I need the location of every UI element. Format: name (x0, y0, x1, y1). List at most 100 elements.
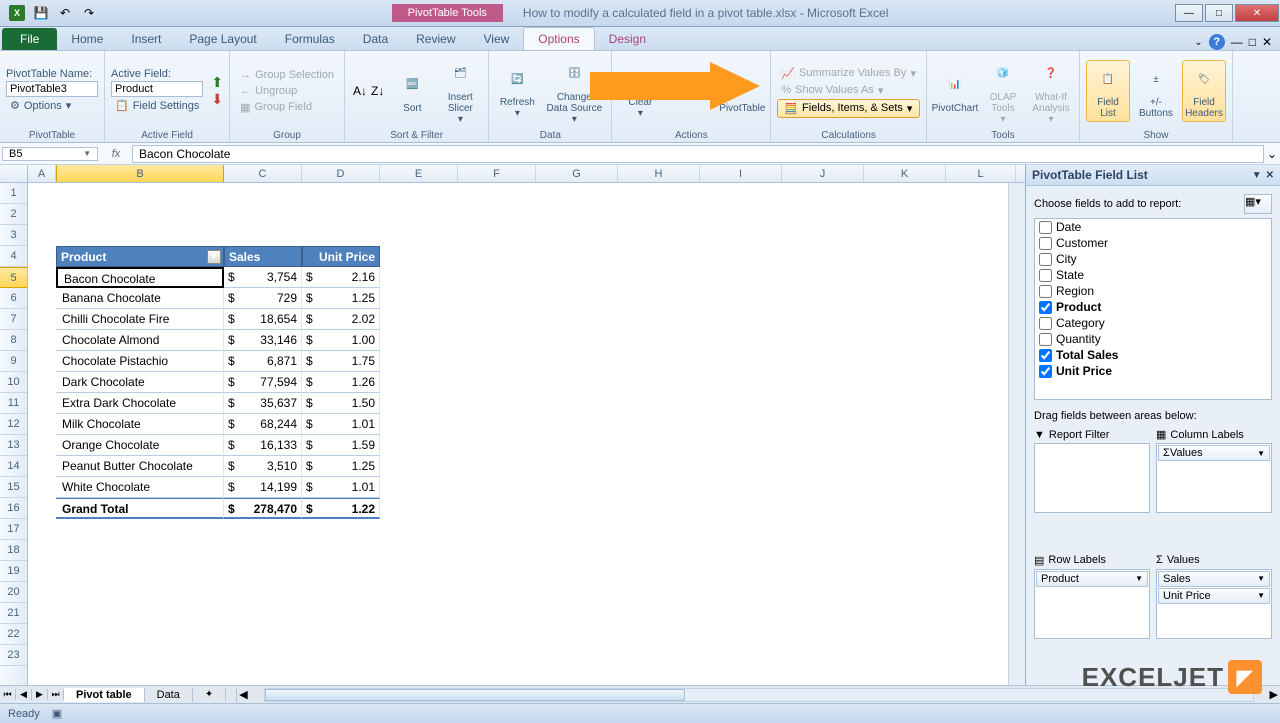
cell[interactable]: Chocolate Pistachio (56, 351, 224, 372)
value-item-unit-price[interactable]: Unit Price▼ (1158, 588, 1270, 604)
cell[interactable]: $6,871 (224, 351, 302, 372)
prev-sheet-icon[interactable]: ◀ (16, 689, 32, 700)
buttons-toggle[interactable]: ±+/- Buttons (1134, 61, 1178, 121)
undo-icon[interactable]: ↶ (54, 2, 76, 24)
cell[interactable]: Extra Dark Chocolate (56, 393, 224, 414)
row-header-18[interactable]: 18 (0, 540, 27, 561)
row-header-20[interactable]: 20 (0, 582, 27, 603)
cell[interactable]: Orange Chocolate (56, 435, 224, 456)
cell[interactable]: $1.01 (302, 477, 380, 498)
value-item-sales[interactable]: Sales▼ (1158, 571, 1270, 587)
collapse-field-icon[interactable]: ⬇ (211, 91, 223, 108)
cell[interactable]: $18,654 (224, 309, 302, 330)
field-item-unit-price[interactable]: Unit Price (1035, 363, 1271, 379)
cell[interactable]: White Chocolate (56, 477, 224, 498)
cell[interactable]: $1.50 (302, 393, 380, 414)
field-settings-button[interactable]: 📋 Field Settings (111, 97, 203, 114)
field-item-total-sales[interactable]: Total Sales (1035, 347, 1271, 363)
summarize-button[interactable]: 📈 Summarize Values By ▾ (777, 65, 920, 82)
row-header-4[interactable]: 4 (0, 246, 27, 267)
pivot-name-input[interactable] (6, 81, 98, 97)
col-header-I[interactable]: I (700, 165, 782, 182)
col-header-B[interactable]: B (56, 165, 224, 182)
fx-icon[interactable]: fx (100, 148, 132, 160)
cell[interactable]: $77,594 (224, 372, 302, 393)
cell[interactable]: $2.02 (302, 309, 380, 330)
sort-asc-icon[interactable]: A↓ (351, 82, 369, 100)
help-icon[interactable]: ? (1209, 34, 1225, 50)
vertical-scrollbar[interactable] (1008, 183, 1025, 685)
cell[interactable]: Peanut Butter Chocolate (56, 456, 224, 477)
col-header-K[interactable]: K (864, 165, 946, 182)
cell[interactable]: Chilli Chocolate Fire (56, 309, 224, 330)
row-header-11[interactable]: 11 (0, 393, 27, 414)
row-header-17[interactable]: 17 (0, 519, 27, 540)
cell[interactable]: Unit Price (302, 246, 380, 267)
cell[interactable]: $1.26 (302, 372, 380, 393)
field-list[interactable]: DateCustomerCityStateRegionProductCatego… (1034, 218, 1272, 400)
whatif-button[interactable]: ❓What-If Analysis ▾ (1029, 56, 1073, 127)
cell[interactable]: $3,510 (224, 456, 302, 477)
row-header-7[interactable]: 7 (0, 309, 27, 330)
field-panel-close-icon[interactable]: ✕ (1266, 170, 1274, 181)
file-tab[interactable]: File (2, 28, 57, 50)
field-item-category[interactable]: Category (1035, 315, 1271, 331)
olap-tools-button[interactable]: 🧊OLAP Tools ▾ (981, 56, 1025, 127)
minimize-button[interactable]: — (1175, 4, 1203, 22)
row-header-21[interactable]: 21 (0, 603, 27, 624)
select-all-corner[interactable] (0, 165, 28, 182)
field-item-product[interactable]: Product (1035, 299, 1271, 315)
col-header-H[interactable]: H (618, 165, 700, 182)
redo-icon[interactable]: ↷ (78, 2, 100, 24)
change-data-source-button[interactable]: 🗄Change Data Source ▾ (543, 56, 605, 127)
row-header-13[interactable]: 13 (0, 435, 27, 456)
cell[interactable]: $1.25 (302, 288, 380, 309)
column-labels-zone[interactable]: Σ Values▼ (1156, 443, 1272, 513)
cell[interactable]: $1.22 (302, 498, 380, 519)
cell[interactable]: $278,470 (224, 498, 302, 519)
ungroup-button[interactable]: ← Ungroup (236, 83, 338, 99)
col-header-F[interactable]: F (458, 165, 536, 182)
group-selection-button[interactable]: → Group Selection (236, 67, 338, 83)
sheet-tab-data[interactable]: Data (145, 688, 193, 702)
row-labels-zone[interactable]: Product▼ (1034, 569, 1150, 639)
cell[interactable]: $1.25 (302, 456, 380, 477)
row-header-9[interactable]: 9 (0, 351, 27, 372)
new-sheet-icon[interactable]: ✦ (193, 688, 226, 701)
row-header-16[interactable]: 16 (0, 498, 27, 519)
window-minimize-icon[interactable]: — (1231, 35, 1243, 49)
row-header-5[interactable]: 5 (0, 267, 27, 288)
col-header-C[interactable]: C (224, 165, 302, 182)
minimize-ribbon-icon[interactable]: ⌄ (1194, 37, 1202, 48)
cell[interactable]: $3,754 (224, 267, 302, 288)
row-header-1[interactable]: 1 (0, 183, 27, 204)
tab-data[interactable]: Data (349, 28, 402, 50)
layout-button[interactable]: ▦▾ (1244, 194, 1272, 214)
sort-desc-icon[interactable]: Z↓ (369, 82, 386, 100)
tab-home[interactable]: Home (57, 28, 117, 50)
tab-design[interactable]: Design (595, 28, 660, 50)
cell[interactable]: $2.16 (302, 267, 380, 288)
tab-formulas[interactable]: Formulas (271, 28, 349, 50)
active-field-input[interactable] (111, 81, 203, 97)
insert-slicer-button[interactable]: 🗂Insert Slicer ▾ (438, 56, 482, 127)
field-list-button[interactable]: 📋Field List (1086, 60, 1130, 122)
fields-items-sets-button[interactable]: 🧮 Fields, Items, & Sets ▾ (777, 99, 920, 118)
pivotchart-button[interactable]: 📊PivotChart (933, 67, 977, 116)
field-panel-dropdown-icon[interactable]: ▼ (1252, 170, 1262, 181)
row-header-3[interactable]: 3 (0, 225, 27, 246)
col-header-G[interactable]: G (536, 165, 618, 182)
tab-options[interactable]: Options (523, 27, 594, 50)
window-restore-icon[interactable]: □ (1249, 35, 1256, 49)
row-item-product[interactable]: Product▼ (1036, 571, 1148, 587)
name-box[interactable]: B5▼ (2, 147, 98, 161)
tab-view[interactable]: View (470, 28, 524, 50)
field-item-region[interactable]: Region (1035, 283, 1271, 299)
column-item-values[interactable]: Σ Values▼ (1158, 445, 1270, 461)
col-header-J[interactable]: J (782, 165, 864, 182)
field-item-state[interactable]: State (1035, 267, 1271, 283)
col-header-A[interactable]: A (28, 165, 56, 182)
row-header-22[interactable]: 22 (0, 624, 27, 645)
cell-grid[interactable]: Product▼SalesUnit PriceBacon Chocolate$3… (28, 183, 1008, 685)
show-values-button[interactable]: % Show Values As ▾ (777, 82, 920, 99)
